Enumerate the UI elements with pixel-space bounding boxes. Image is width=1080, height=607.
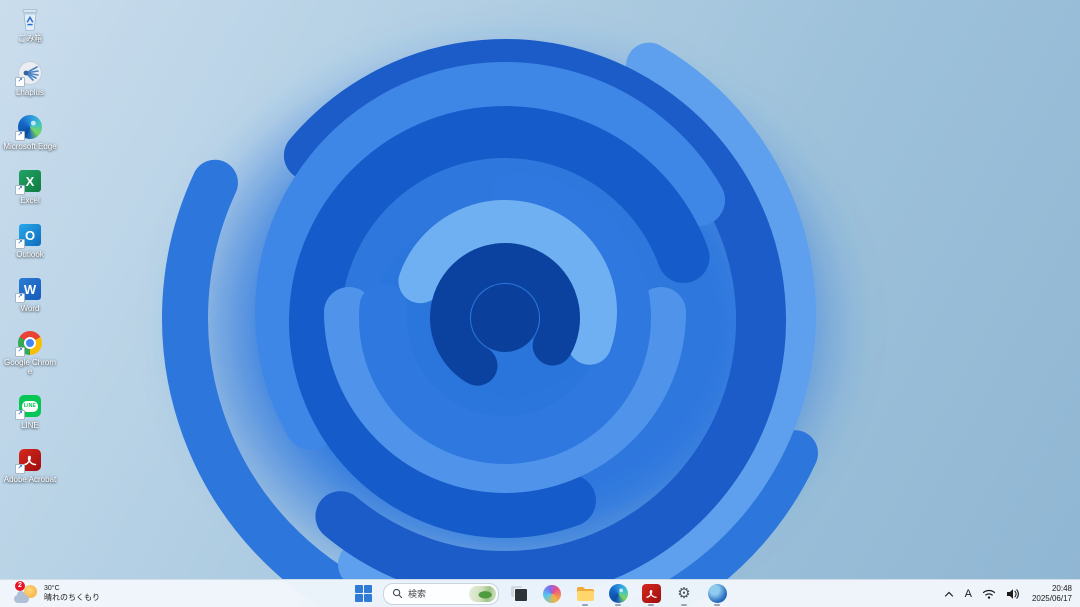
blue-app-icon xyxy=(707,584,727,603)
excel-icon: X ↗ xyxy=(15,168,43,195)
desktop-icon-label: ごみ箱 xyxy=(18,34,42,43)
weather-sun-cloud-icon: 2 xyxy=(14,581,38,604)
running-indicator xyxy=(582,603,588,606)
file-explorer-icon xyxy=(576,586,594,601)
task-view-button[interactable] xyxy=(506,582,532,606)
shortcut-arrow-icon: ↗ xyxy=(15,293,25,303)
acrobat-icon: ↗ xyxy=(15,447,43,474)
chrome-icon: ↗ xyxy=(15,330,43,357)
weather-temperature: 30°C xyxy=(44,585,60,592)
running-indicator xyxy=(648,603,654,606)
desktop-icon-word[interactable]: W ↗ Word xyxy=(2,276,58,313)
lhaplus-icon: ↗ xyxy=(15,60,43,87)
shortcut-arrow-icon: ↗ xyxy=(15,185,25,195)
start-button[interactable] xyxy=(350,582,376,606)
weather-condition: 晴れのちくもり xyxy=(44,593,100,602)
running-indicator xyxy=(615,603,621,606)
copilot-button[interactable] xyxy=(539,582,565,606)
desktop-icon-label: Adobe Acrobat xyxy=(3,475,57,484)
running-indicator xyxy=(714,603,720,606)
shortcut-arrow-icon: ↗ xyxy=(15,410,25,420)
search-highlight-image xyxy=(469,585,496,602)
system-tray: A 20:48 2025/06/17 xyxy=(939,580,1076,607)
task-view-icon xyxy=(510,585,528,602)
edge-icon: ↗ xyxy=(15,114,43,141)
desktop-icon-lhaplus[interactable]: ↗ Lhaplus xyxy=(2,60,58,97)
clock[interactable]: 20:48 2025/06/17 xyxy=(1030,584,1072,603)
desktop-icon-excel[interactable]: X ↗ Excel xyxy=(2,168,58,205)
search-icon xyxy=(392,588,403,599)
desktop-icons: ごみ箱 ↗ Lhaplus ↗ Microsoft Edge X ↗ Excel… xyxy=(2,6,58,484)
settings-button[interactable]: ⚙ xyxy=(671,582,697,606)
desktop-icon-label: Excel xyxy=(20,196,40,205)
weather-widget[interactable]: 2 30°C 晴れのちくもり xyxy=(8,580,106,607)
acrobat-icon xyxy=(641,584,661,603)
word-icon: W ↗ xyxy=(15,276,43,303)
running-indicator xyxy=(681,603,687,606)
blue-app-button[interactable] xyxy=(704,582,730,606)
weather-text: 30°C 晴れのちくもり xyxy=(44,584,100,603)
desktop-icon-recycle-bin[interactable]: ごみ箱 xyxy=(2,6,58,43)
settings-gear-icon: ⚙ xyxy=(677,584,691,602)
acrobat-taskbar-button[interactable] xyxy=(638,582,664,606)
edge-taskbar-button[interactable] xyxy=(605,582,631,606)
tray-time: 20:48 xyxy=(1051,584,1072,593)
windows-desktop: ごみ箱 ↗ Lhaplus ↗ Microsoft Edge X ↗ Excel… xyxy=(0,0,1080,607)
shortcut-arrow-icon: ↗ xyxy=(15,131,25,141)
search-placeholder: 検索 xyxy=(408,589,427,599)
desktop-icon-label: LINE xyxy=(21,421,39,430)
desktop-icon-line[interactable]: LINE ↗ LINE xyxy=(2,393,58,430)
shortcut-arrow-icon: ↗ xyxy=(15,239,25,249)
bloom-flower-graphic xyxy=(162,30,862,607)
desktop-icon-label: Microsoft Edge xyxy=(3,142,57,151)
line-icon: LINE ↗ xyxy=(15,393,43,420)
desktop-icon-label: Word xyxy=(20,304,40,313)
desktop-icon-microsoft-edge[interactable]: ↗ Microsoft Edge xyxy=(2,114,58,151)
copilot-icon xyxy=(543,584,561,603)
edge-icon xyxy=(608,584,628,603)
notification-badge: 2 xyxy=(15,581,25,591)
search-box[interactable]: 検索 xyxy=(383,582,499,605)
file-explorer-button[interactable] xyxy=(572,582,598,606)
tray-date: 2025/06/17 xyxy=(1031,593,1072,603)
wifi-icon[interactable] xyxy=(982,588,996,600)
windows-logo-icon xyxy=(354,585,372,602)
outlook-icon: O ↗ xyxy=(15,222,43,249)
taskbar-center: 検索 ⚙ xyxy=(350,580,730,607)
hidden-icons-chevron-icon[interactable] xyxy=(943,589,955,599)
shortcut-arrow-icon: ↗ xyxy=(15,347,25,357)
recycle-bin-icon xyxy=(17,6,43,32)
desktop-icon-google-chrome[interactable]: ↗ Google Chrome xyxy=(2,330,58,376)
desktop-icon-adobe-acrobat[interactable]: ↗ Adobe Acrobat xyxy=(2,447,58,484)
desktop-icon-label: Google Chrome xyxy=(3,358,57,376)
desktop-icon-label: Lhaplus xyxy=(15,88,45,97)
shortcut-arrow-icon: ↗ xyxy=(15,77,25,87)
desktop-icon-outlook[interactable]: O ↗ Outlook xyxy=(2,222,58,259)
speaker-icon[interactable] xyxy=(1006,588,1020,600)
desktop-wallpaper xyxy=(0,0,1080,607)
shortcut-arrow-icon: ↗ xyxy=(15,464,25,474)
ime-indicator[interactable]: A xyxy=(965,588,972,600)
taskbar: 2 30°C 晴れのちくもり 検索 ⚙ A 20:48 2025/06/17 xyxy=(0,579,1080,607)
desktop-icon-label: Outlook xyxy=(16,250,44,259)
